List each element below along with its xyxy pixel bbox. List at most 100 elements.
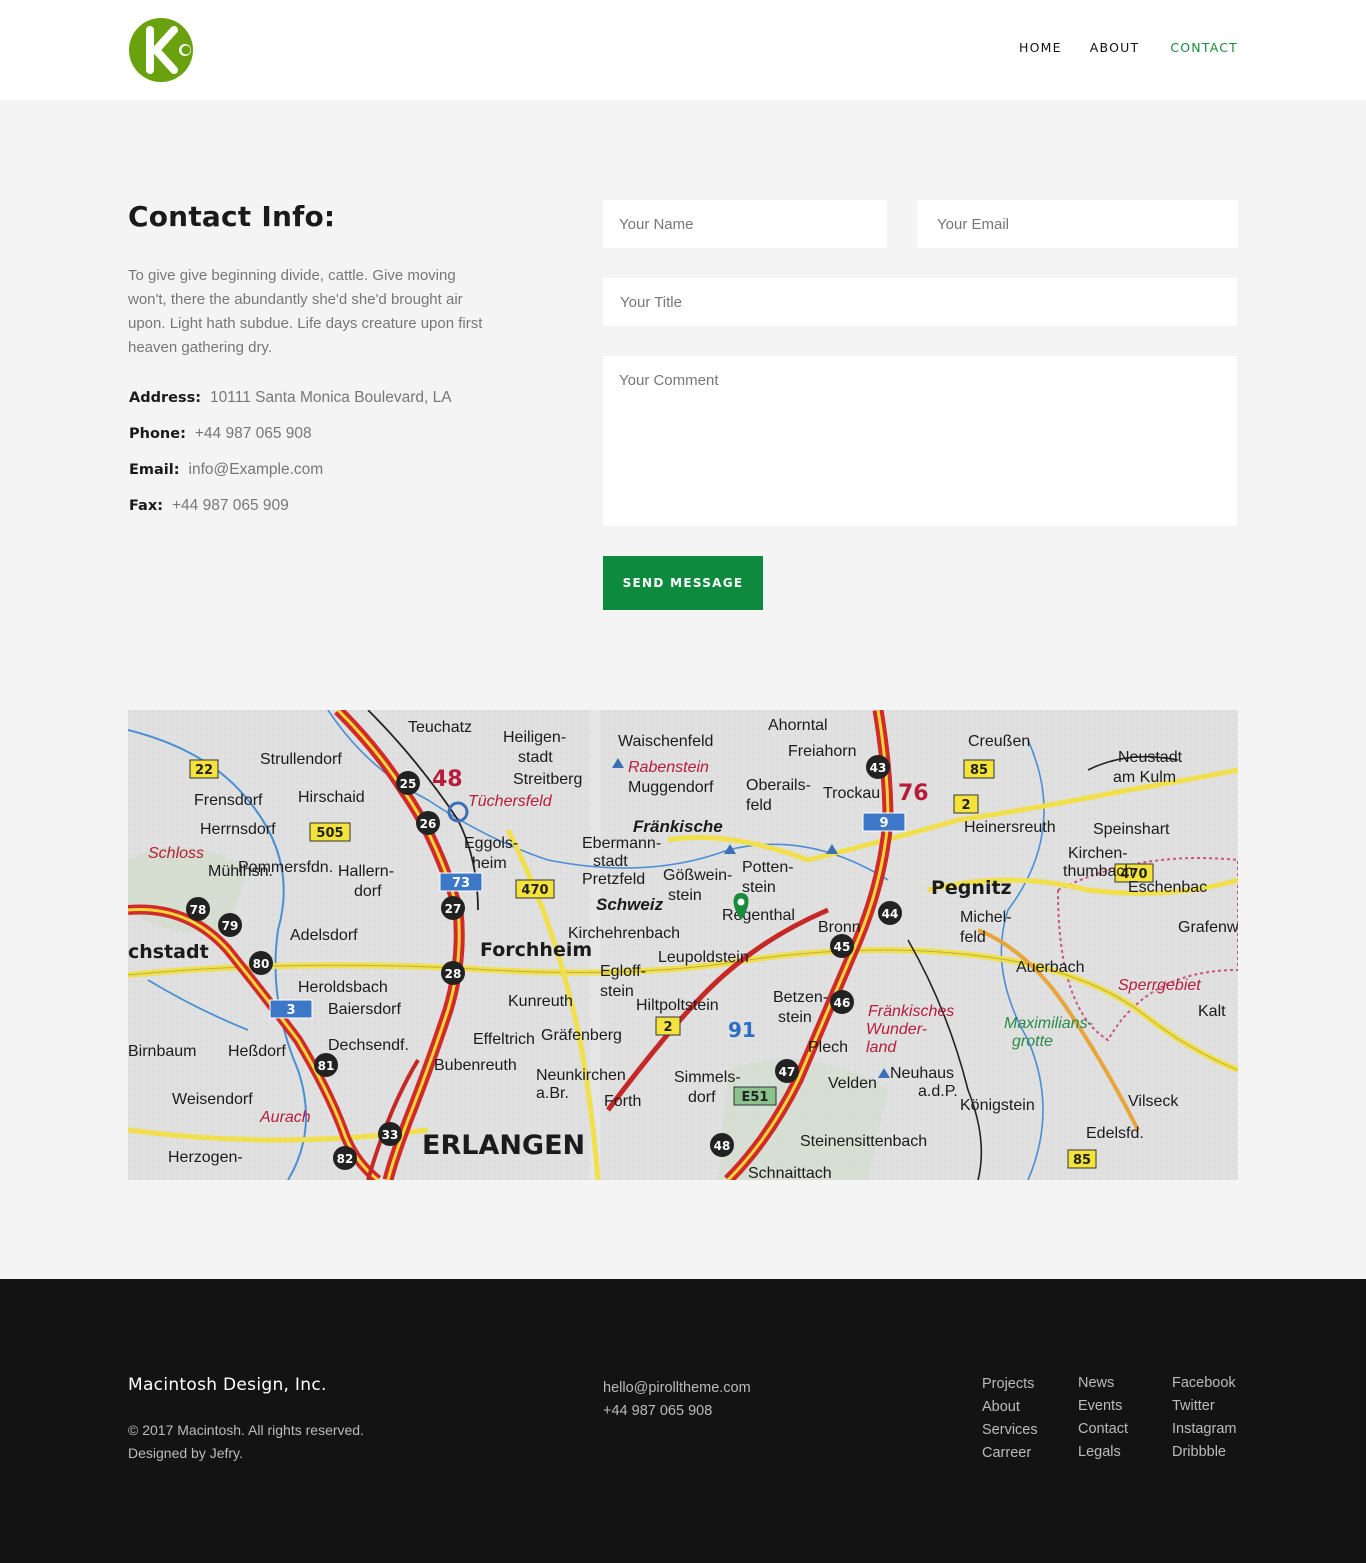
svg-text:470: 470 [521,883,548,898]
footer-email[interactable]: hello@pirolltheme.com [603,1377,751,1400]
footer-link-twitter[interactable]: Twitter [1172,1395,1236,1418]
svg-text:Ebermann-: Ebermann- [582,835,661,852]
footer-link-contact[interactable]: Contact [1078,1418,1128,1441]
svg-text:Kirchen-: Kirchen- [1068,845,1128,862]
phone-label: Phone: [129,426,186,442]
logo-icon [129,18,193,82]
footer-link-projects[interactable]: Projects [982,1373,1038,1396]
svg-text:Königstein: Königstein [960,1097,1035,1114]
footer-link-instagram[interactable]: Instagram [1172,1418,1236,1441]
svg-text:Forchheim: Forchheim [480,939,592,961]
svg-text:Wunder-: Wunder- [866,1021,927,1038]
footer-links-col2: News Events Contact Legals [1078,1372,1128,1464]
contact-title: Contact Info: [128,200,336,233]
title-input[interactable] [603,278,1237,326]
svg-text:Potten-: Potten- [742,859,794,876]
svg-text:a.Br.: a.Br. [536,1085,569,1102]
name-input[interactable] [603,200,887,248]
svg-text:26: 26 [420,817,437,831]
phone-value: +44 987 065 908 [194,425,312,442]
svg-text:am Kulm: am Kulm [1113,769,1176,786]
footer-link-services[interactable]: Services [982,1419,1038,1442]
footer-link-dribbble[interactable]: Dribbble [1172,1441,1236,1464]
svg-text:Baiersdorf: Baiersdorf [328,1001,401,1018]
svg-text:Gößwein-: Gößwein- [663,867,732,884]
svg-text:Hiltpoltstein: Hiltpoltstein [636,997,719,1014]
svg-text:91: 91 [728,1018,756,1042]
svg-text:ERLANGEN: ERLANGEN [422,1130,585,1161]
svg-text:Fränkische: Fränkische [633,817,723,836]
svg-text:79: 79 [222,919,239,933]
svg-text:Regenthal: Regenthal [722,907,795,924]
svg-text:Michel-: Michel- [960,909,1012,926]
svg-text:Betzen-: Betzen- [773,989,828,1006]
comment-textarea[interactable] [603,356,1237,526]
map-image: 25 26 27 28 43 44 45 46 47 48 78 79 80 8… [128,710,1238,1180]
svg-text:dorf: dorf [354,883,382,900]
svg-text:Frensdorf: Frensdorf [194,792,263,809]
svg-text:grotte: grotte [1012,1033,1053,1050]
svg-text:Heßdorf: Heßdorf [228,1043,286,1060]
svg-text:46: 46 [834,996,851,1010]
location-map[interactable]: 25 26 27 28 43 44 45 46 47 48 78 79 80 8… [128,710,1238,1180]
nav-about[interactable]: ABOUT [1090,40,1140,55]
copyright-text: © 2017 Macintosh. All rights reserved. [128,1422,364,1438]
site-header: HOME ABOUT CONTACT [0,0,1366,100]
svg-text:85: 85 [1073,1153,1091,1168]
nav-contact[interactable]: CONTACT [1170,40,1238,55]
footer-link-news[interactable]: News [1078,1372,1128,1395]
svg-text:Maximilians-: Maximilians- [1004,1015,1093,1032]
svg-text:Eggols-: Eggols- [464,835,518,852]
svg-text:82: 82 [337,1152,354,1166]
email-input[interactable] [917,200,1238,248]
svg-text:2: 2 [961,798,970,813]
footer-links-col3: Facebook Twitter Instagram Dribbble [1172,1372,1236,1464]
svg-text:Pretzfeld: Pretzfeld [582,871,645,888]
svg-text:44: 44 [882,907,899,921]
footer-link-about[interactable]: About [982,1396,1038,1419]
svg-text:Adelsdorf: Adelsdorf [290,927,358,944]
svg-text:Oberails-: Oberails- [746,777,811,794]
svg-text:thumbach: thumbach [1063,863,1133,880]
svg-text:Neuhaus: Neuhaus [890,1065,954,1082]
svg-text:Heroldsbach: Heroldsbach [298,979,388,996]
svg-text:78: 78 [190,903,207,917]
brand-logo[interactable] [128,16,196,84]
address-value: 10111 Santa Monica Boulevard, LA [210,389,452,406]
footer-link-facebook[interactable]: Facebook [1172,1372,1236,1395]
fax-value: +44 987 065 909 [172,497,289,514]
svg-text:a.d.P.: a.d.P. [918,1083,958,1100]
svg-text:Simmels-: Simmels- [674,1069,741,1086]
svg-text:25: 25 [400,777,417,791]
svg-text:Schweiz: Schweiz [596,895,664,914]
svg-text:28: 28 [445,967,462,981]
svg-text:Birnbaum: Birnbaum [128,1043,196,1060]
svg-text:Hirschaid: Hirschaid [298,789,365,806]
svg-text:Muggendorf: Muggendorf [628,779,714,796]
svg-text:3: 3 [286,1003,295,1018]
svg-text:Rabenstein: Rabenstein [628,759,709,776]
send-message-button[interactable]: SEND MESSAGE [603,556,763,610]
svg-text:Streitberg: Streitberg [513,771,582,788]
svg-text:48: 48 [432,767,463,792]
svg-text:Herrnsdorf: Herrnsdorf [200,821,276,838]
nav-home[interactable]: HOME [1019,40,1062,55]
svg-text:feld: feld [960,929,986,946]
phone-row: Phone: +44 987 065 908 [129,425,312,443]
svg-text:Aurach: Aurach [259,1109,311,1126]
footer-link-carreer[interactable]: Carreer [982,1442,1038,1465]
footer-link-legals[interactable]: Legals [1078,1441,1128,1464]
footer-link-events[interactable]: Events [1078,1395,1128,1418]
svg-text:81: 81 [318,1059,335,1073]
svg-text:land: land [866,1039,897,1056]
svg-text:43: 43 [870,761,887,775]
svg-text:Schloss: Schloss [148,845,204,862]
svg-text:80: 80 [253,957,270,971]
svg-text:stein: stein [778,1009,812,1026]
svg-text:feld: feld [746,797,772,814]
svg-text:Heinersreuth: Heinersreuth [964,819,1056,836]
svg-text:Neunkirchen: Neunkirchen [536,1067,626,1084]
main-nav: HOME ABOUT CONTACT [991,40,1238,55]
svg-text:stadt: stadt [518,749,553,766]
svg-text:Tüchersfeld: Tüchersfeld [468,793,553,810]
